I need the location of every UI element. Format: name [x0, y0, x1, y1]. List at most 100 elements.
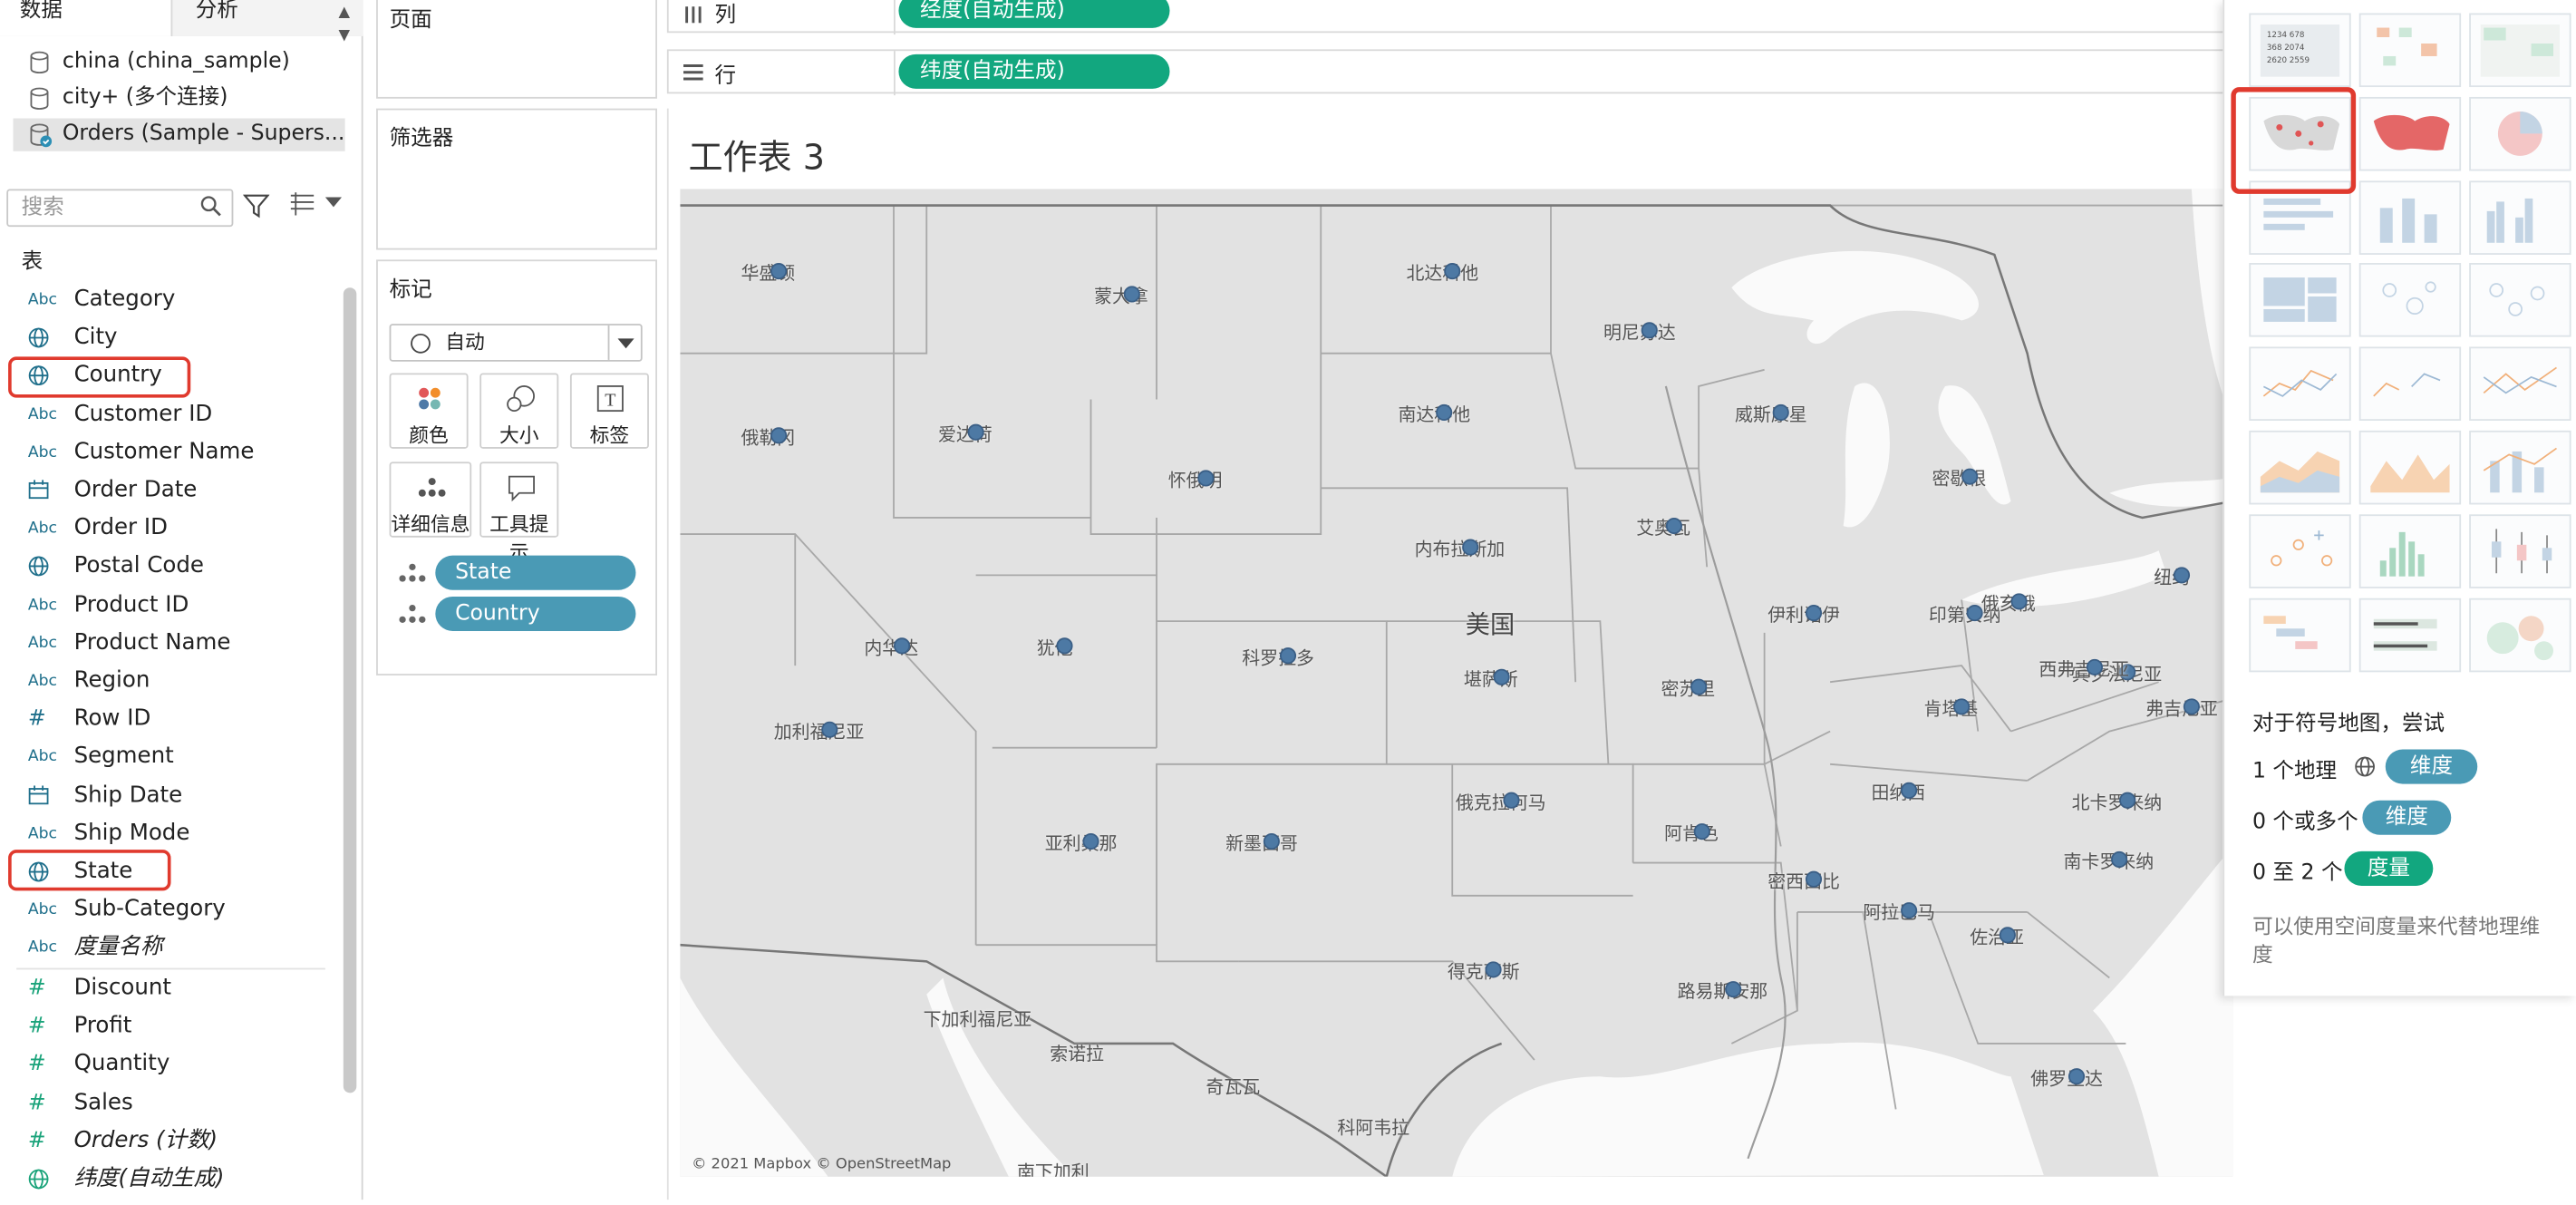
chart-type-filled-map[interactable] [2358, 96, 2462, 171]
state-mark[interactable] [1279, 647, 1297, 665]
state-detail-pill[interactable]: State [435, 555, 636, 590]
state-mark[interactable] [1664, 517, 1682, 535]
view-list-icon[interactable] [289, 192, 315, 216]
chart-type-continuous-lines[interactable] [2249, 346, 2351, 422]
latitude-pill[interactable]: 纬度(自动生成) [898, 53, 1170, 89]
connection-city[interactable]: city+ (多个连接) [14, 83, 345, 115]
state-mark[interactable] [1502, 792, 1519, 809]
chart-type-dual-combination[interactable] [2469, 430, 2571, 505]
tooltip-button[interactable]: 工具提示 [479, 462, 559, 564]
chart-type-treemap[interactable] [2249, 263, 2351, 338]
detail-button[interactable]: 详细信息 [389, 462, 472, 538]
chart-type-side-by-side-bars[interactable] [2469, 180, 2571, 255]
state-mark[interactable] [1952, 698, 1970, 715]
chart-type-side-by-side-circles[interactable] [2469, 263, 2571, 338]
state-mark[interactable] [1196, 470, 1214, 487]
chart-type-discrete-lines[interactable] [2358, 346, 2462, 422]
state-mark[interactable] [1492, 668, 1509, 685]
filters-shelf[interactable]: 筛选器 [376, 108, 657, 250]
state-mark[interactable] [2110, 850, 2127, 868]
chart-type-scatter-plot[interactable] [2249, 513, 2351, 588]
field-item[interactable]: Abc 度量名称 [0, 929, 337, 967]
connection-orders[interactable]: Orders (Sample - Supers... [13, 118, 345, 151]
state-mark[interactable] [1724, 981, 1741, 998]
view-dropdown-icon[interactable] [324, 197, 342, 208]
state-mark[interactable] [2009, 593, 2027, 610]
chart-type-packed-bubbles[interactable] [2469, 598, 2571, 672]
state-mark[interactable] [1436, 403, 1453, 421]
columns-shelf[interactable]: 列 经度(自动生成) [666, 0, 2228, 35]
state-mark[interactable] [2085, 658, 2103, 675]
state-mark[interactable] [820, 721, 838, 738]
color-button[interactable]: 颜色 [389, 373, 469, 449]
chart-type-area-discrete[interactable] [2358, 430, 2462, 505]
state-mark[interactable] [770, 263, 787, 280]
state-mark[interactable] [1690, 678, 1707, 695]
state-mark[interactable] [1485, 961, 1502, 978]
country-detail-pill[interactable]: Country [435, 596, 636, 631]
state-mark[interactable] [1444, 263, 1461, 280]
field-city[interactable]: City [0, 319, 337, 357]
field-region[interactable]: Abc Region [0, 662, 337, 700]
field-profit[interactable]: # Profit [0, 1007, 337, 1045]
chart-type-box-plot[interactable] [2469, 513, 2571, 588]
field-orders[interactable]: # Orders (计数) [0, 1122, 337, 1161]
state-mark[interactable] [2068, 1068, 2086, 1085]
state-mark[interactable] [1772, 403, 1789, 421]
state-mark[interactable] [1641, 322, 1658, 339]
chart-type-bullet-graph[interactable] [2358, 598, 2462, 672]
size-button[interactable]: 大小 [479, 373, 559, 449]
scrollbar[interactable] [343, 287, 357, 1093]
chart-type-circle-view[interactable] [2358, 263, 2462, 338]
state-mark[interactable] [770, 427, 787, 444]
state-mark[interactable] [2183, 698, 2200, 715]
state-mark[interactable] [1461, 539, 1478, 556]
field-order-date[interactable]: Order Date [0, 471, 337, 510]
field-sub-category[interactable]: Abc Sub-Category [0, 891, 337, 929]
connection-china[interactable]: china (china_sample) [14, 46, 345, 79]
chart-type-histogram[interactable] [2358, 513, 2462, 588]
state-mark[interactable] [1900, 782, 1917, 799]
field-item[interactable]: 纬度(自动生成) [0, 1161, 337, 1199]
field-customer-name[interactable]: Abc Customer Name [0, 433, 337, 471]
state-mark[interactable] [893, 637, 910, 655]
field-sales[interactable]: # Sales [0, 1084, 337, 1122]
chart-type-area-continuous[interactable] [2249, 430, 2351, 505]
field-category[interactable]: Abc Category [0, 281, 337, 319]
field-product-name[interactable]: Abc Product Name [0, 624, 337, 662]
pages-shelf[interactable]: 页面 [376, 0, 657, 99]
field-order-id[interactable]: Abc Order ID [0, 510, 337, 548]
state-mark[interactable] [2118, 792, 2135, 809]
chart-type-highlight-table[interactable] [2469, 13, 2571, 88]
tab-analysis[interactable]: 分析 ▲ ▼ [170, 0, 363, 44]
chart-type-heat-map[interactable] [2358, 13, 2462, 88]
filter-icon[interactable] [243, 192, 270, 219]
state-mark[interactable] [1692, 823, 1709, 841]
state-mark[interactable] [1961, 468, 1978, 485]
field-discount[interactable]: # Discount [0, 969, 337, 1007]
state-mark[interactable] [1263, 832, 1280, 850]
field-segment[interactable]: Abc Segment [0, 739, 337, 777]
field-customer-id[interactable]: Abc Customer ID [0, 395, 337, 433]
state-mark[interactable] [1901, 902, 1918, 919]
state-mark[interactable] [1805, 870, 1823, 888]
field-postal-code[interactable]: Postal Code [0, 548, 337, 586]
field-quantity[interactable]: # Quantity [0, 1045, 337, 1084]
tab-data[interactable]: 数据 [0, 0, 171, 36]
chart-type-gantt-chart[interactable] [2249, 598, 2351, 672]
state-mark[interactable] [1122, 286, 1139, 303]
state-mark[interactable] [1998, 927, 2016, 944]
worksheet-title[interactable]: 工作表 3 [688, 131, 825, 180]
rows-shelf[interactable]: 行 纬度(自动生成) [666, 49, 2228, 96]
field-ship-mode[interactable]: Abc Ship Mode [0, 815, 337, 853]
state-mark[interactable] [1805, 605, 1823, 622]
state-mark[interactable] [1082, 832, 1099, 850]
longitude-pill[interactable]: 经度(自动生成) [898, 0, 1170, 28]
chart-type-text-table[interactable]: 1234 678 368 2074 2620 2559 [2249, 13, 2351, 88]
state-mark[interactable] [1056, 637, 1073, 655]
field-product-id[interactable]: Abc Product ID [0, 586, 337, 624]
map-view[interactable]: 华盛顿 蒙大拿 北达科他 明尼苏达 俄勒冈 爱达荷 南达科他 威斯康星 怀俄明 密歇根 内布拉斯加 艾… [680, 189, 2233, 1177]
chart-type-dual-lines[interactable] [2469, 346, 2571, 422]
field-search-input[interactable]: 搜索 [6, 189, 234, 228]
field-ship-date[interactable]: Ship Date [0, 777, 337, 815]
